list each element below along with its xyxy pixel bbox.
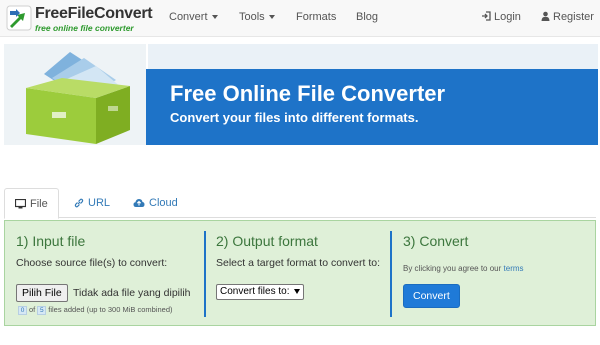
sign-in-icon [482, 11, 491, 21]
hero-banner: Free Online File Converter Convert your … [4, 44, 598, 145]
nav-convert-label: Convert [169, 11, 208, 23]
step-divider [204, 231, 206, 317]
tab-url[interactable]: URL [64, 188, 120, 219]
hero-title: Free Online File Converter [170, 81, 446, 106]
chevron-down-icon [268, 15, 275, 20]
nav-register[interactable]: Register [541, 11, 594, 23]
nav-formats[interactable]: Formats [296, 11, 336, 23]
convert-button[interactable]: Convert [403, 284, 460, 308]
nav-tools-label: Tools [239, 11, 265, 23]
site-logo[interactable]: FreeFileConvert free online file convert… [6, 4, 153, 34]
file-box-illustration-icon [4, 44, 146, 145]
files-current-badge: 0 [18, 305, 27, 315]
convert-panel: 1) Input file Choose source file(s) to c… [4, 220, 596, 326]
choose-file-button[interactable]: Pilih File [16, 284, 68, 302]
step-input-title: 1) Input file [16, 233, 86, 249]
target-format-select[interactable]: Convert files to: [216, 284, 305, 300]
chevron-down-icon [211, 15, 218, 20]
step-input-prompt: Choose source file(s) to convert: [16, 257, 168, 269]
step-input: 1) Input file Choose source file(s) to c… [16, 233, 167, 269]
user-icon [541, 11, 550, 21]
step-output-title: 2) Output format [216, 233, 318, 249]
files-count-suffix: files added (up to 300 MiB combined) [48, 305, 173, 314]
tab-url-label: URL [88, 197, 111, 209]
step-output: 2) Output format Select a target format … [216, 233, 380, 269]
step-convert-title: 3) Convert [403, 233, 469, 249]
nav-convert[interactable]: Convert [169, 11, 218, 23]
cloud-upload-icon [133, 199, 145, 207]
target-format-value: Convert files to: [220, 286, 290, 297]
files-count-text: 0 of 5 files added (up to 300 MiB combined) [16, 305, 173, 315]
terms-link[interactable]: terms [504, 264, 524, 273]
monitor-icon [15, 199, 26, 209]
nav-login-label: Login [494, 11, 521, 23]
top-navbar: FreeFileConvert free online file convert… [0, 0, 600, 37]
hero-band-top [148, 44, 598, 69]
hero-subtitle: Convert your files into different format… [170, 110, 419, 125]
tab-file-label: File [30, 198, 48, 210]
files-max-badge: 5 [37, 305, 47, 315]
terms-agreement: By clicking you agree to our terms [403, 264, 524, 273]
step-output-prompt: Select a target format to convert to: [216, 257, 380, 269]
step-divider [390, 231, 392, 317]
nav-blog[interactable]: Blog [356, 11, 378, 23]
nav-register-label: Register [553, 11, 594, 23]
tab-cloud-label: Cloud [149, 197, 178, 209]
link-icon [74, 198, 84, 208]
select-caret-icon [294, 288, 301, 294]
logo-title: FreeFileConvert [35, 5, 153, 22]
terms-agreement-text: By clicking you agree to our [403, 264, 502, 273]
nav-login[interactable]: Login [481, 11, 521, 23]
files-count-of: of [29, 305, 36, 314]
file-status-text: Tidak ada file yang dipilih [73, 287, 191, 299]
source-tabs: File URL Cloud [4, 188, 596, 219]
tab-file[interactable]: File [4, 188, 59, 219]
logo-tagline: free online file converter [35, 23, 134, 33]
nav-tools[interactable]: Tools [239, 11, 275, 23]
step-convert: 3) Convert [403, 233, 468, 249]
tab-cloud[interactable]: Cloud [123, 188, 188, 219]
logo-arrows-icon [6, 5, 32, 31]
